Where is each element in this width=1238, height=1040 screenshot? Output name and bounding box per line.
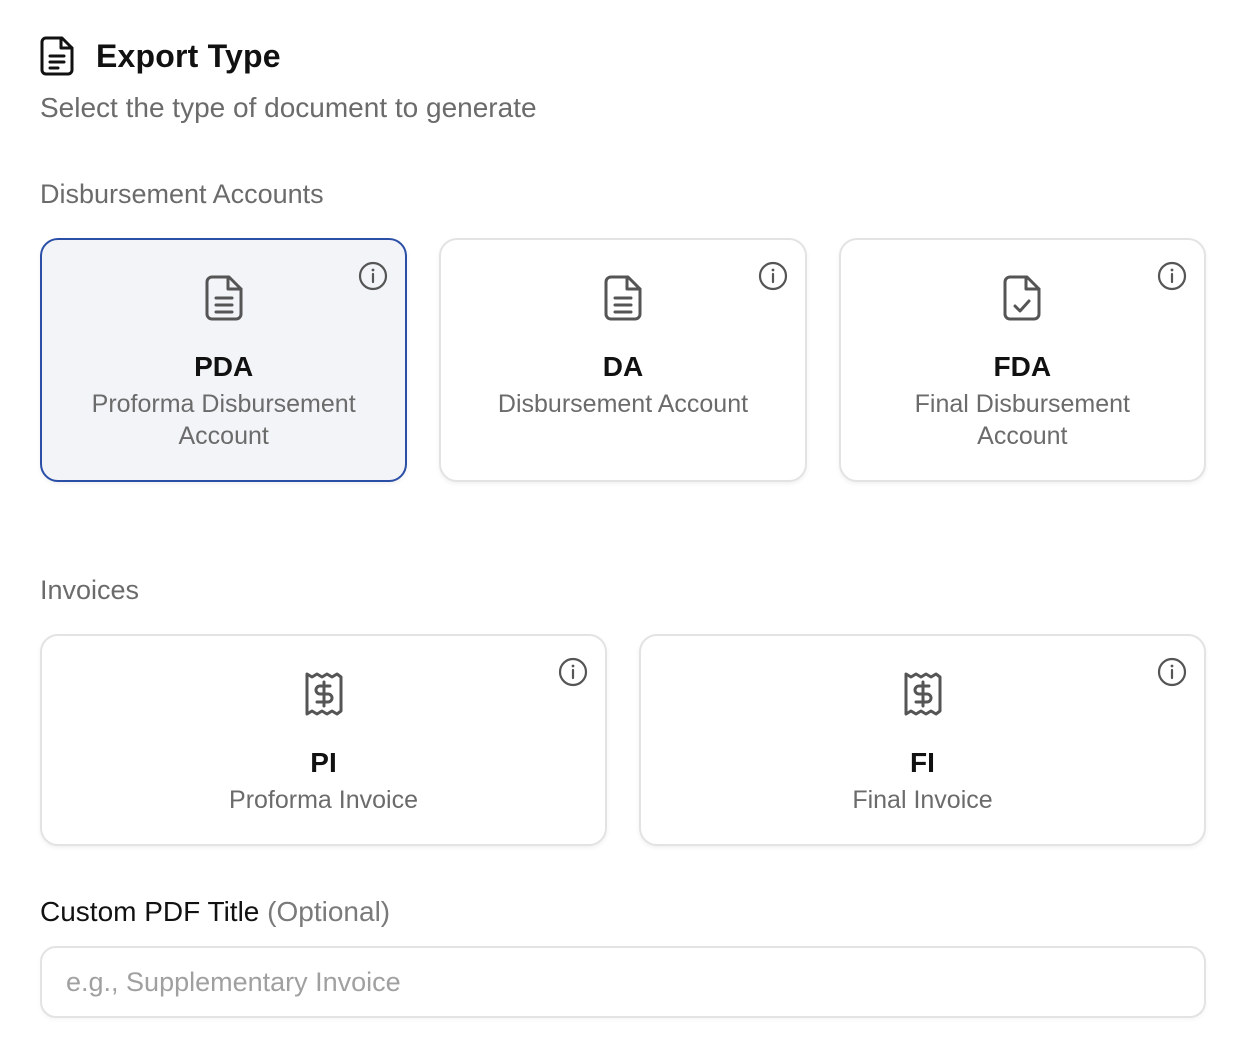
card-description: Proforma Disbursement Account — [91, 390, 356, 450]
card-pda[interactable]: PDA Proforma Disbursement Account — [40, 238, 408, 482]
custom-title-label: Custom PDF Title (Optional) — [40, 894, 1206, 930]
card-code: PDA — [194, 351, 254, 382]
custom-title-input[interactable] — [40, 946, 1206, 1018]
info-icon[interactable] — [1156, 656, 1188, 688]
disbursement-card-grid: PDA Proforma Disbursement Account DA Dis… — [40, 238, 1206, 482]
card-description: Disbursement Account — [497, 390, 749, 418]
card-description: Final Invoice — [852, 786, 993, 814]
document-lines-icon — [599, 272, 647, 324]
section-label-invoices: Invoices — [40, 575, 140, 605]
info-icon[interactable] — [1156, 260, 1188, 292]
custom-title-label-text: Custom PDF Title — [40, 896, 260, 927]
card-description: Proforma Invoice — [229, 786, 418, 814]
page-subtitle: Select the type of document to generate — [40, 92, 537, 123]
info-icon[interactable] — [557, 656, 589, 688]
optional-hint: (Optional) — [267, 896, 391, 927]
card-fda[interactable]: FDA Final Disbursement Account — [838, 238, 1206, 482]
card-code: FDA — [993, 351, 1052, 382]
export-type-panel: Export Type Select the type of document … — [40, 34, 1206, 1018]
receipt-dollar-icon — [899, 668, 947, 720]
card-da[interactable]: DA Disbursement Account — [439, 238, 807, 482]
card-code: DA — [602, 351, 644, 382]
invoice-card-grid: PI Proforma Invoice FI Final Invoice — [40, 634, 1206, 846]
card-code: FI — [910, 747, 935, 778]
receipt-dollar-icon — [300, 668, 348, 720]
info-icon[interactable] — [757, 260, 789, 292]
card-fi[interactable]: FI Final Invoice — [639, 634, 1206, 846]
info-icon[interactable] — [357, 260, 389, 292]
page-title: Export Type — [96, 37, 281, 74]
document-icon — [40, 36, 76, 76]
card-description: Final Disbursement Account — [914, 390, 1130, 450]
section-label-disbursement: Disbursement Accounts — [40, 179, 324, 209]
card-pi[interactable]: PI Proforma Invoice — [40, 634, 607, 846]
document-lines-icon — [200, 272, 248, 324]
card-code: PI — [310, 747, 337, 778]
document-check-icon — [998, 272, 1046, 324]
header: Export Type — [40, 34, 1206, 78]
